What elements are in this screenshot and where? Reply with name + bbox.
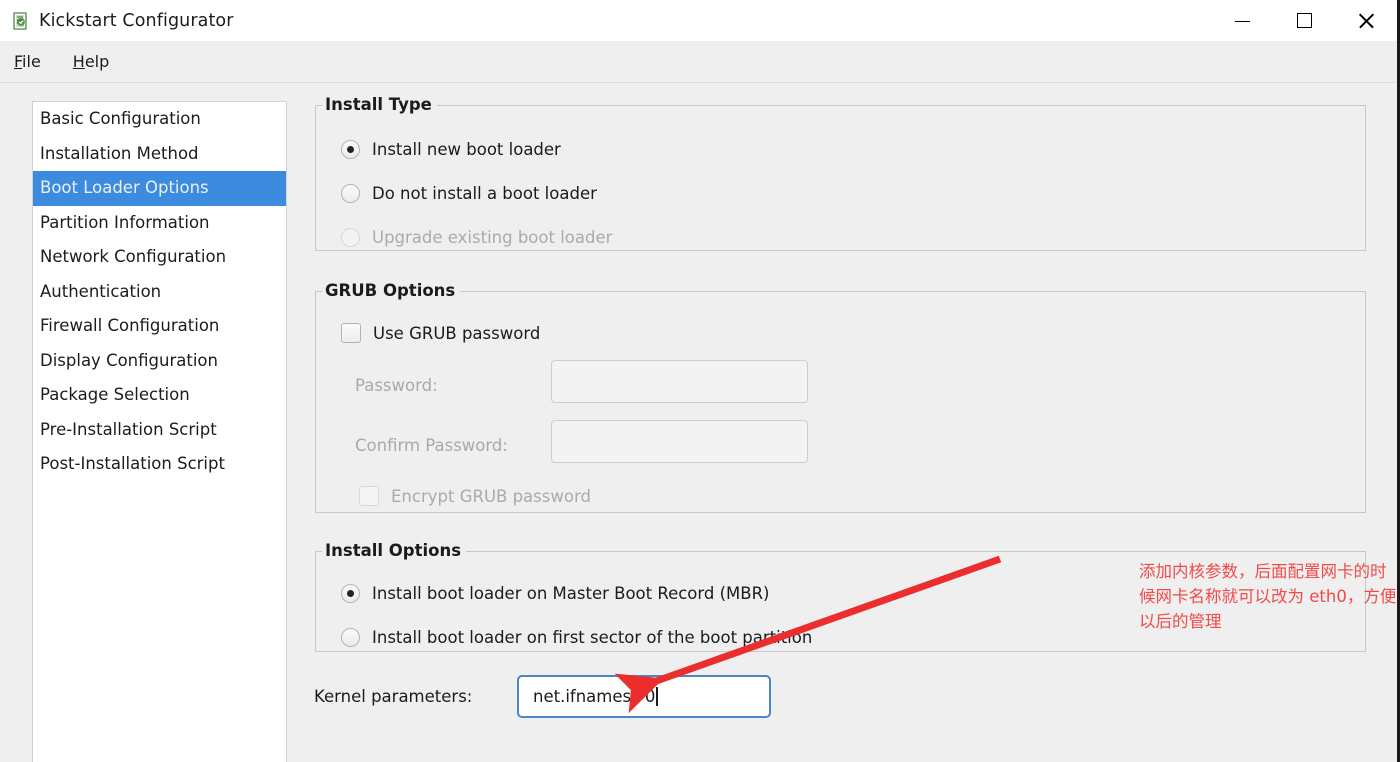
window-controls: [1211, 0, 1397, 41]
kernel-parameters-input[interactable]: net.ifnames=0: [517, 675, 771, 718]
confirm-password-field-label: Confirm Password:: [355, 436, 508, 455]
checkbox-use-grub-password[interactable]: Use GRUB password: [341, 323, 540, 343]
radio-install-on-mbr-label: Install boot loader on Master Boot Recor…: [372, 584, 770, 603]
application-window: Kickstart Configurator File Help Basic C…: [0, 0, 1400, 762]
menu-item-help[interactable]: Help: [73, 52, 125, 71]
radio-do-not-install-boot-loader-label: Do not install a boot loader: [372, 184, 597, 203]
sidebar-item-authentication[interactable]: Authentication: [33, 275, 286, 310]
sidebar-item-package-selection[interactable]: Package Selection: [33, 378, 286, 413]
sidebar-item-partition-information[interactable]: Partition Information: [33, 206, 286, 241]
close-button[interactable]: [1335, 0, 1397, 41]
radio-install-on-mbr-indicator[interactable]: [341, 584, 360, 603]
kernel-parameters-value: net.ifnames=0: [533, 687, 656, 706]
radio-install-new-boot-loader-label: Install new boot loader: [372, 140, 561, 159]
password-input: [551, 360, 808, 403]
radio-install-on-mbr[interactable]: Install boot loader on Master Boot Recor…: [341, 584, 770, 603]
confirm-password-input: [551, 420, 808, 463]
sidebar-item-installation-method[interactable]: Installation Method: [33, 137, 286, 172]
radio-upgrade-existing-boot-loader: Upgrade existing boot loader: [341, 228, 612, 247]
sidebar-item-boot-loader-options[interactable]: Boot Loader Options: [33, 171, 286, 206]
radio-install-new-boot-loader[interactable]: Install new boot loader: [341, 140, 561, 159]
menu-item-file[interactable]: File: [14, 52, 57, 71]
window-title: Kickstart Configurator: [39, 10, 234, 31]
sidebar-item-firewall-configuration[interactable]: Firewall Configuration: [33, 309, 286, 344]
radio-install-new-boot-loader-indicator[interactable]: [341, 140, 360, 159]
kernel-parameters-label: Kernel parameters:: [314, 687, 473, 706]
install-type-group: Install Type Install new boot loader Do …: [315, 95, 1366, 251]
text-caret: [656, 687, 658, 706]
close-icon: [1357, 11, 1376, 30]
install-options-group-title: Install Options: [322, 541, 467, 560]
sidebar-item-post-installation-script[interactable]: Post-Installation Script: [33, 447, 286, 482]
menu-file-rest: ile: [22, 52, 41, 71]
radio-upgrade-existing-boot-loader-label: Upgrade existing boot loader: [372, 228, 613, 247]
sidebar-item-pre-installation-script[interactable]: Pre-Installation Script: [33, 413, 286, 448]
use-grub-password-label: Use GRUB password: [373, 323, 541, 343]
sidebar-item-network-configuration[interactable]: Network Configuration: [33, 240, 286, 275]
sidebar-item-display-configuration[interactable]: Display Configuration: [33, 344, 286, 379]
title-bar: Kickstart Configurator: [0, 0, 1397, 41]
radio-install-on-first-sector-indicator[interactable]: [341, 628, 360, 647]
menu-help-rest: elp: [84, 52, 110, 71]
checkbox-encrypt-grub-password: Encrypt GRUB password: [359, 486, 591, 506]
maximize-button[interactable]: [1273, 0, 1335, 41]
menu-file-mnemonic: F: [14, 52, 23, 71]
encrypt-grub-password-checkbox-indicator: [359, 486, 379, 506]
radio-install-on-first-sector[interactable]: Install boot loader on first sector of t…: [341, 628, 812, 647]
grub-options-group-title: GRUB Options: [322, 281, 461, 300]
password-field-label: Password:: [355, 376, 438, 395]
kickstart-app-icon: [10, 11, 30, 31]
maximize-icon: [1296, 13, 1312, 28]
radio-install-on-first-sector-label: Install boot loader on first sector of t…: [372, 628, 813, 647]
minimize-icon: [1234, 21, 1250, 22]
menu-bar: File Help: [0, 41, 1397, 83]
boot-loader-options-panel: Install Type Install new boot loader Do …: [311, 83, 1397, 762]
encrypt-grub-password-label: Encrypt GRUB password: [391, 486, 591, 506]
radio-do-not-install-boot-loader-indicator[interactable]: [341, 184, 360, 203]
grub-options-group: GRUB Options Use GRUB password Password:…: [315, 281, 1366, 513]
sidebar-item-basic-configuration[interactable]: Basic Configuration: [33, 102, 286, 137]
minimize-button[interactable]: [1211, 0, 1273, 41]
menu-help-mnemonic: H: [72, 52, 85, 71]
content-area: Basic Configuration Installation Method …: [0, 83, 1397, 762]
radio-upgrade-existing-boot-loader-indicator: [341, 228, 360, 247]
use-grub-password-checkbox-indicator[interactable]: [341, 323, 361, 343]
section-list[interactable]: Basic Configuration Installation Method …: [32, 101, 287, 762]
install-type-group-title: Install Type: [322, 95, 437, 114]
annotation-text: 添加内核参数，后面配置网卡的时候网卡名称就可以改为 eth0，方便以后的管理: [1139, 562, 1397, 631]
radio-do-not-install-boot-loader[interactable]: Do not install a boot loader: [341, 184, 597, 203]
